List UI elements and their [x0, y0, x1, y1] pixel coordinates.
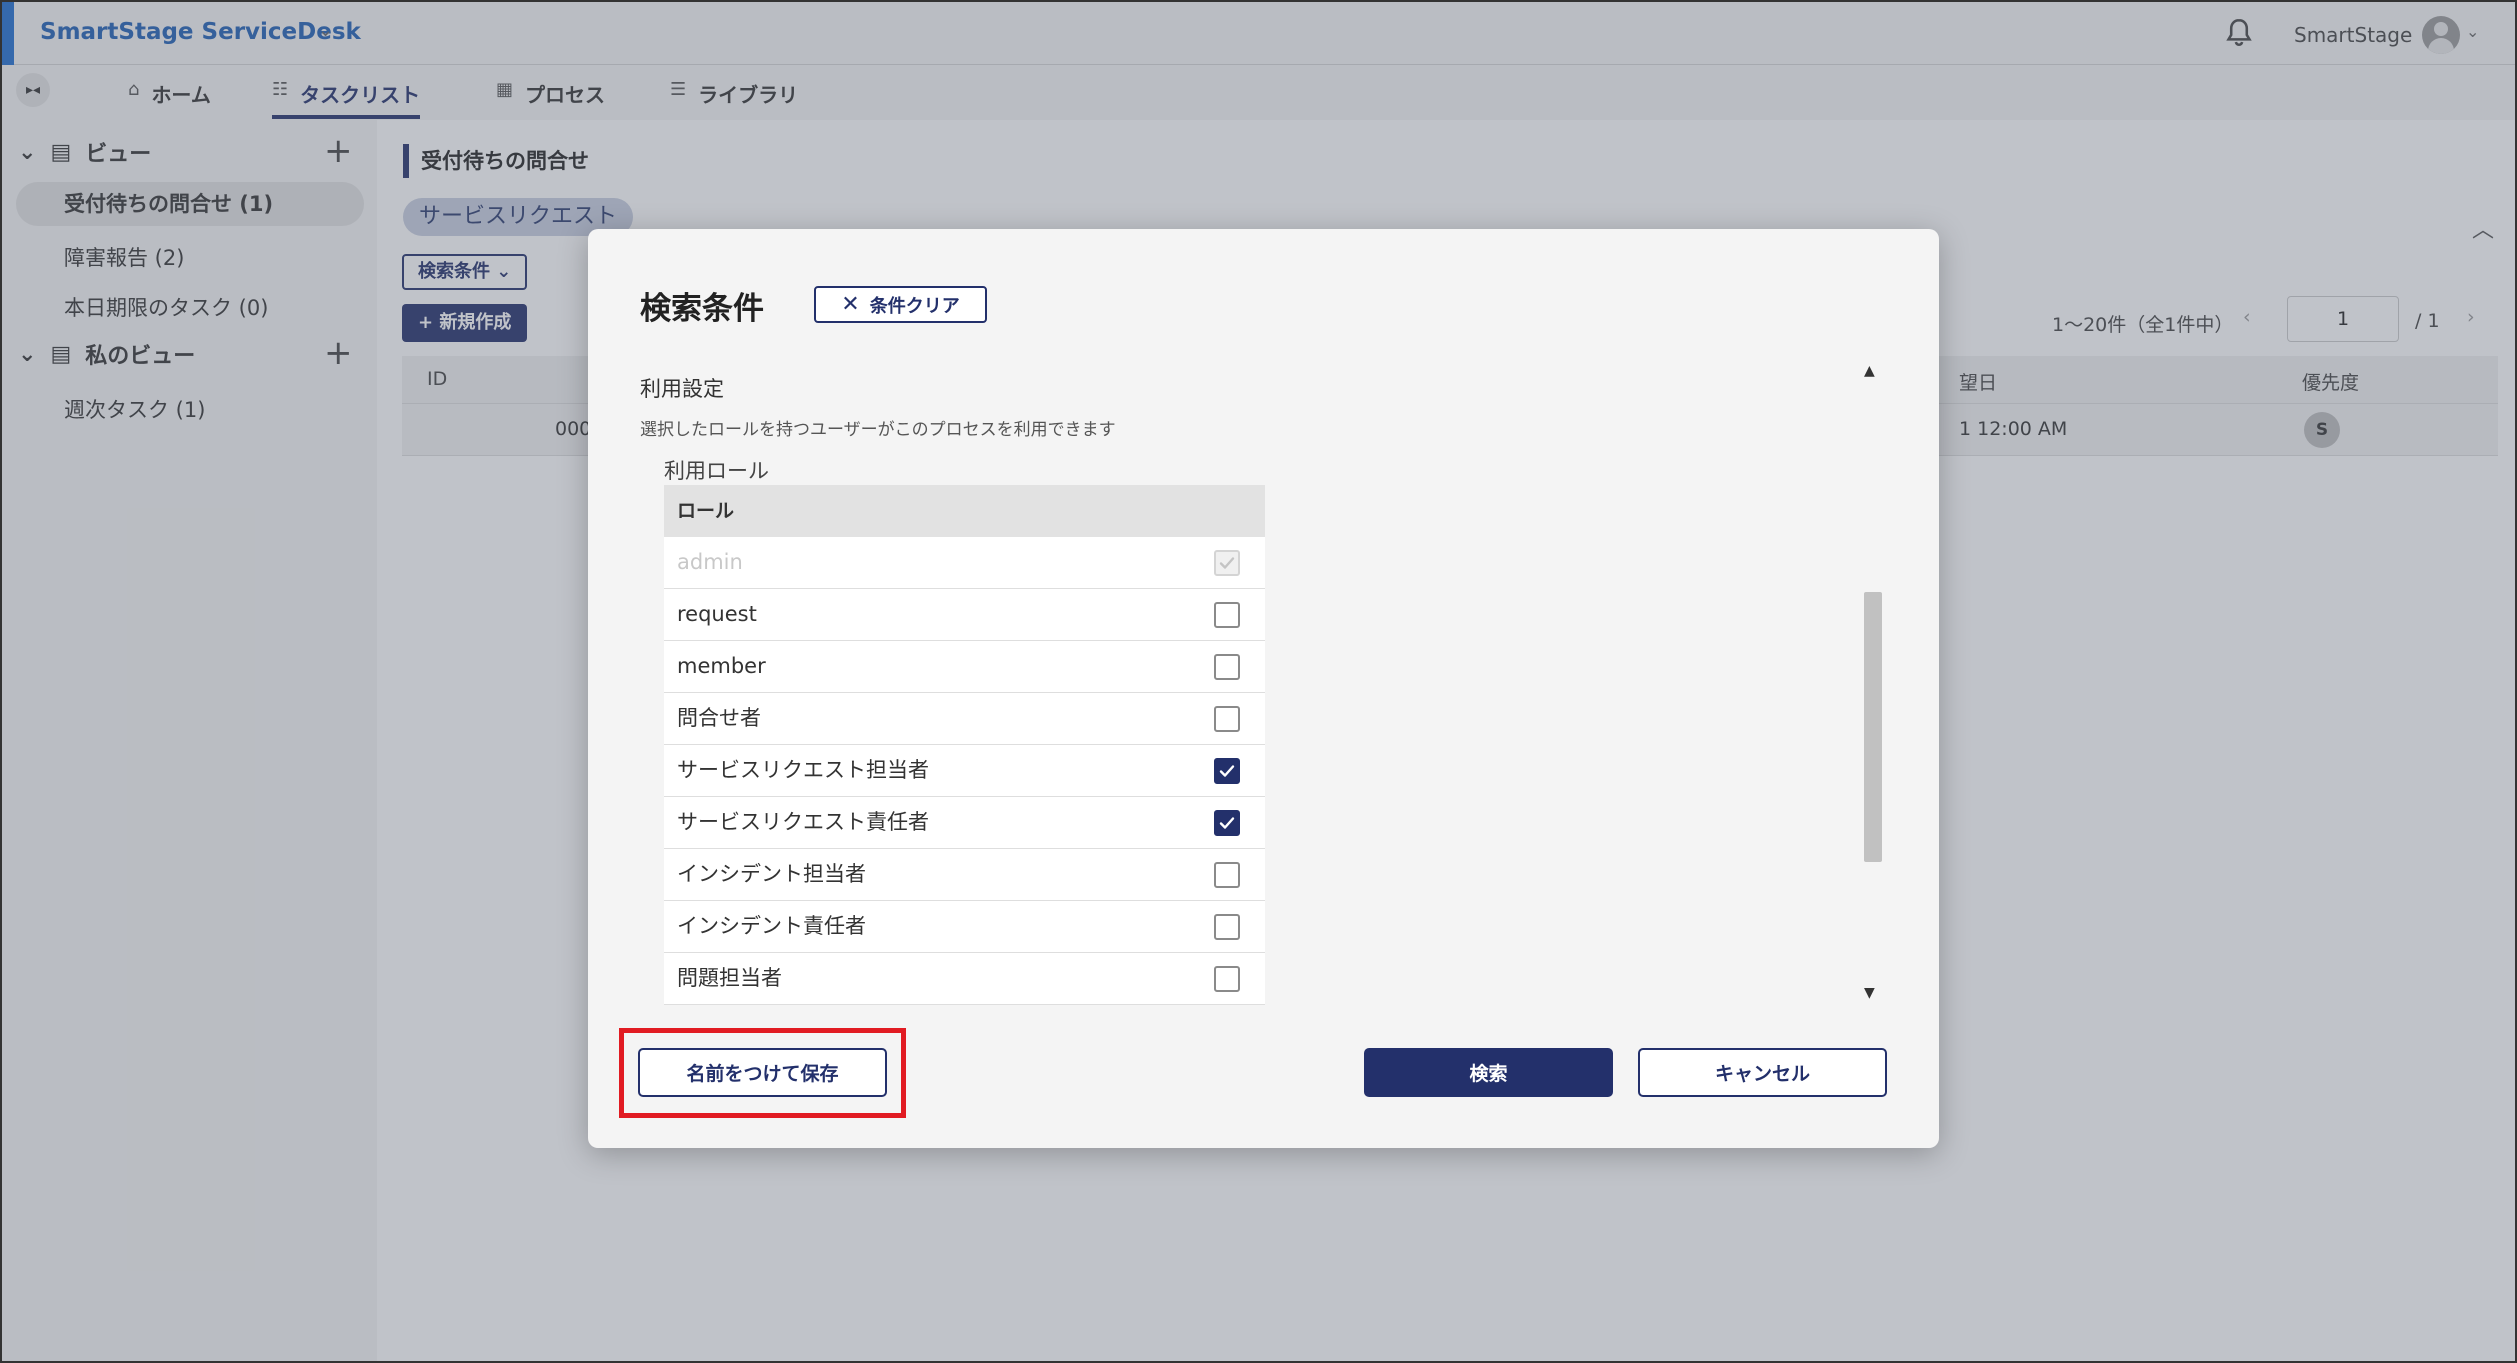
role-checkbox[interactable] [1214, 602, 1240, 628]
scroll-down-arrow-icon[interactable]: ▼ [1864, 985, 1875, 1001]
cancel-button[interactable]: キャンセル [1638, 1048, 1887, 1097]
role-checkbox[interactable] [1214, 966, 1240, 992]
role-row: admin [664, 537, 1265, 589]
role-row[interactable]: member [664, 641, 1265, 693]
role-checkbox[interactable] [1214, 810, 1240, 836]
usage-settings-title: 利用設定 [640, 377, 724, 401]
clear-conditions-label: 条件クリア [869, 295, 960, 317]
scroll-up-arrow-icon[interactable]: ▲ [1864, 363, 1875, 379]
role-checkbox[interactable] [1214, 758, 1240, 784]
search-condition-dialog: 検索条件 ✕ 条件クリア 利用設定 選択したロールを持つユーザーがこのプロセスを… [588, 229, 1939, 1148]
role-checkbox[interactable] [1214, 706, 1240, 732]
role-name: request [677, 602, 757, 626]
checkmark-icon [1219, 765, 1235, 777]
role-checkbox[interactable] [1214, 862, 1240, 888]
dialog-title: 検索条件 [640, 291, 764, 327]
usage-settings-description: 選択したロールを持つユーザーがこのプロセスを利用できます [640, 420, 1116, 440]
dialog-scroll-area[interactable]: 利用設定 選択したロールを持つユーザーがこのプロセスを利用できます 利用ロール … [588, 359, 1939, 1009]
role-row[interactable]: サービスリクエスト責任者 [664, 797, 1265, 849]
usage-role-label: 利用ロール [664, 459, 769, 483]
role-name: admin [677, 550, 743, 574]
scrollbar-thumb[interactable] [1864, 592, 1882, 862]
clear-conditions-button[interactable]: ✕ 条件クリア [814, 286, 987, 323]
role-row[interactable]: インシデント責任者 [664, 901, 1265, 953]
role-row[interactable]: 問合せ者 [664, 693, 1265, 745]
role-name: インシデント担当者 [677, 862, 866, 886]
role-column-header: ロール [664, 485, 1265, 537]
app-window: SmartStage ServiceDesk ⌄ SmartStage ⌄ ▸◂… [0, 0, 2517, 1363]
role-name: インシデント責任者 [677, 914, 866, 938]
role-name: 問合せ者 [677, 706, 761, 730]
role-name: 問題担当者 [677, 966, 782, 990]
highlight-annotation-box [619, 1028, 906, 1118]
role-table: ロール admin request member 問合せ者サービスリクエスト担当者 サー… [664, 485, 1265, 1005]
role-row[interactable]: サービスリクエスト担当者 [664, 745, 1265, 797]
role-checkbox [1214, 550, 1240, 576]
role-checkbox[interactable] [1214, 914, 1240, 940]
role-row[interactable]: 問題担当者 [664, 953, 1265, 1005]
close-icon: ✕ [841, 292, 860, 317]
role-row[interactable]: インシデント担当者 [664, 849, 1265, 901]
role-row[interactable]: request [664, 589, 1265, 641]
role-name: サービスリクエスト責任者 [677, 810, 929, 834]
checkmark-icon [1219, 557, 1235, 569]
search-button[interactable]: 検索 [1364, 1048, 1613, 1097]
role-checkbox[interactable] [1214, 654, 1240, 680]
checkmark-icon [1219, 817, 1235, 829]
role-name: member [677, 654, 766, 678]
role-name: サービスリクエスト担当者 [677, 758, 929, 782]
